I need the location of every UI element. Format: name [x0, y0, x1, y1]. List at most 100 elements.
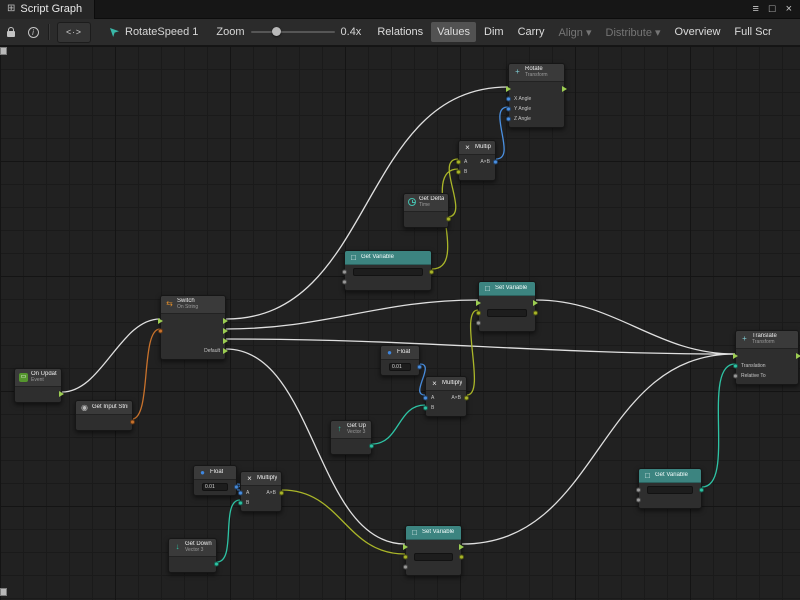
value-port[interactable] [403, 565, 408, 570]
toolbar-button-dim[interactable]: Dim [478, 22, 510, 42]
value-port[interactable] [238, 491, 243, 496]
value-port[interactable] [238, 501, 243, 506]
menu-icon[interactable]: ≡ [752, 4, 758, 15]
value-port[interactable] [533, 311, 538, 316]
node-get-delta-time[interactable]: Get Delta TimeTime [403, 193, 449, 228]
node-multiply-a[interactable]: ×MultiplyAA×BB [458, 140, 496, 181]
value-port[interactable] [446, 216, 451, 221]
wire-16[interactable] [282, 490, 405, 554]
node-on-update[interactable]: ▭On UpdateEvent [14, 368, 62, 403]
toolbar-button-full-scr[interactable]: Full Scr [728, 22, 777, 42]
value-port[interactable] [476, 321, 481, 326]
value-port[interactable] [699, 488, 704, 493]
flow-port[interactable] [158, 318, 163, 324]
flow-port[interactable] [223, 348, 228, 354]
canvas-handle-bottom[interactable] [0, 588, 7, 596]
value-port[interactable] [130, 420, 135, 425]
wire-6[interactable] [536, 300, 735, 354]
flow-port[interactable] [476, 300, 481, 306]
toolbar-button-carry[interactable]: Carry [512, 22, 551, 42]
zoom-slider-handle[interactable] [272, 27, 281, 36]
value-port[interactable] [733, 373, 738, 378]
value-port[interactable] [476, 311, 481, 316]
value-port[interactable] [279, 491, 284, 496]
flow-port[interactable] [796, 353, 800, 359]
canvas-handle-top[interactable] [0, 47, 7, 55]
node-float-a[interactable]: ●Float0.01 [380, 345, 420, 376]
node-multiply-b[interactable]: ×MultiplyAA×BB [425, 376, 467, 417]
tab-script-graph[interactable]: ⊞ Script Graph [0, 0, 95, 19]
node-translate[interactable]: +TranslateTransformTranslationRelative T… [735, 330, 799, 385]
wire-10[interactable] [496, 107, 508, 159]
value-field[interactable] [487, 309, 527, 317]
value-port[interactable] [234, 485, 239, 490]
value-port[interactable] [429, 270, 434, 275]
value-port[interactable] [158, 328, 163, 333]
value-port[interactable] [403, 555, 408, 560]
lock-button[interactable] [0, 19, 22, 46]
wire-3[interactable] [226, 300, 478, 329]
value-port[interactable] [423, 406, 428, 411]
node-get-up[interactable]: ↑Get UpVector 3 [330, 420, 372, 455]
flow-port[interactable] [506, 86, 511, 92]
toolbar-button-align[interactable]: Align ▾ [552, 22, 597, 43]
wire-5[interactable] [226, 349, 405, 544]
toolbar-button-distribute[interactable]: Distribute ▾ [600, 22, 667, 43]
node-switch[interactable]: ⇆SwitchOn StringDefault [160, 295, 226, 360]
node-rotate[interactable]: +RotateTransformX AngleY AngleZ Angle [508, 63, 565, 128]
zoom-slider[interactable] [251, 31, 335, 33]
flow-port[interactable] [533, 300, 538, 306]
value-port[interactable] [464, 396, 469, 401]
toolbar-button-overview[interactable]: Overview [669, 22, 727, 42]
wire-4[interactable] [226, 339, 735, 354]
value-port[interactable] [459, 555, 464, 560]
flow-port[interactable] [59, 391, 64, 397]
value-field[interactable]: 0.01 [202, 483, 228, 491]
node-get-variable-a[interactable]: □Get Variable [344, 250, 432, 291]
value-port[interactable] [417, 365, 422, 370]
value-port[interactable] [506, 116, 511, 121]
flow-port[interactable] [223, 328, 228, 334]
node-set-variable-a[interactable]: □Set Variable [478, 281, 536, 332]
flow-port[interactable] [733, 353, 738, 359]
flow-port[interactable] [459, 544, 464, 550]
wire-1[interactable] [132, 329, 160, 419]
value-field[interactable] [414, 553, 453, 561]
node-get-down[interactable]: ↓Get DownVector 3 [168, 538, 217, 573]
node-get-variable-b[interactable]: □Get Variable [638, 468, 702, 509]
value-port[interactable] [733, 363, 738, 368]
value-port[interactable] [456, 170, 461, 175]
value-port[interactable] [342, 280, 347, 285]
graph-breadcrumb[interactable]: RotateSpeed 1 [109, 26, 198, 38]
close-icon[interactable]: × [786, 4, 792, 15]
value-port[interactable] [369, 443, 374, 448]
node-multiply-c[interactable]: ×MultiplyAA×BB [240, 471, 282, 512]
wire-17[interactable] [702, 364, 735, 487]
value-port[interactable] [506, 106, 511, 111]
toolbar-button-values[interactable]: Values [431, 22, 476, 42]
wire-15[interactable] [217, 500, 240, 562]
node-get-input-string[interactable]: ◉Get Input Strin [75, 400, 133, 431]
value-port[interactable] [636, 498, 641, 503]
value-port[interactable] [636, 488, 641, 493]
value-port[interactable] [493, 160, 498, 165]
maximize-icon[interactable]: □ [769, 4, 776, 15]
value-port[interactable] [456, 160, 461, 165]
wire-7[interactable] [462, 354, 735, 544]
value-port[interactable] [506, 96, 511, 101]
zoom-fit-button[interactable] [57, 22, 91, 43]
value-port[interactable] [423, 396, 428, 401]
flow-port[interactable] [403, 544, 408, 550]
info-button[interactable] [22, 19, 44, 46]
toolbar-button-relations[interactable]: Relations [371, 22, 429, 42]
graph-canvas[interactable]: +RotateTransformX AngleY AngleZ Angle ×Mu… [0, 46, 800, 600]
value-port[interactable] [214, 561, 219, 566]
value-field[interactable]: 0.01 [389, 363, 411, 371]
flow-port[interactable] [223, 338, 228, 344]
node-set-variable-b[interactable]: □Set Variable [405, 525, 462, 576]
value-field[interactable] [647, 486, 693, 494]
value-field[interactable] [353, 268, 423, 276]
wire-12[interactable] [372, 405, 425, 444]
value-port[interactable] [342, 270, 347, 275]
flow-port[interactable] [223, 318, 228, 324]
